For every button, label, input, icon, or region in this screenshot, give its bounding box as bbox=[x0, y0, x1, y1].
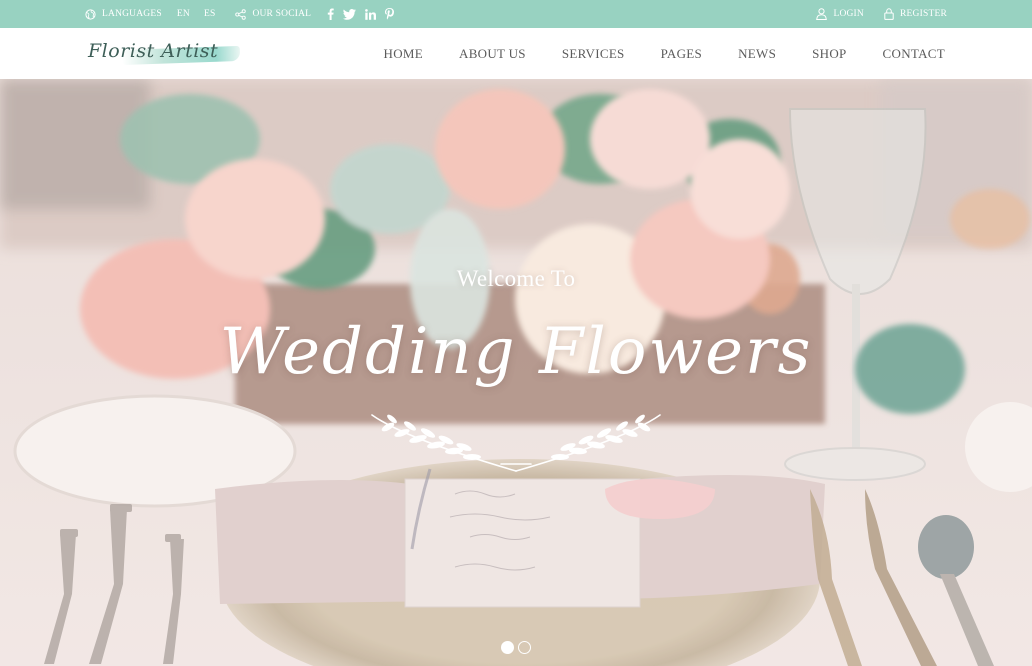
top-bar-left: LANGUAGES EN ES OUR SOCIAL bbox=[85, 0, 395, 28]
nav-news[interactable]: NEWS bbox=[738, 46, 776, 62]
languages-label: LANGUAGES bbox=[102, 9, 162, 19]
nav-contact[interactable]: CONTACT bbox=[883, 46, 945, 62]
register-label: REGISTER bbox=[900, 9, 947, 19]
top-bar-right: LOGIN REGISTER bbox=[816, 0, 947, 28]
lang-en-link[interactable]: EN bbox=[177, 9, 190, 19]
facebook-icon[interactable] bbox=[327, 8, 334, 20]
slide-dot-2[interactable] bbox=[518, 641, 531, 654]
nav-shop[interactable]: SHOP bbox=[812, 46, 846, 62]
slider-pagination bbox=[501, 641, 535, 654]
logo-text: Florist Artist bbox=[88, 40, 219, 62]
login-label: LOGIN bbox=[833, 9, 864, 19]
laurel-divider-icon bbox=[371, 414, 661, 472]
register-link[interactable]: REGISTER bbox=[884, 8, 947, 20]
social-group: OUR SOCIAL bbox=[235, 8, 312, 20]
main-navbar: Florist Artist HOME ABOUT US SERVICES PA… bbox=[0, 28, 1032, 79]
globe-icon bbox=[85, 8, 96, 20]
nav-services[interactable]: SERVICES bbox=[562, 46, 625, 62]
top-bar: LANGUAGES EN ES OUR SOCIAL LOGIN REGISTE… bbox=[0, 0, 1032, 28]
lock-icon bbox=[884, 8, 894, 20]
share-icon bbox=[235, 8, 247, 20]
login-link[interactable]: LOGIN bbox=[816, 8, 864, 20]
linkedin-icon[interactable] bbox=[365, 8, 377, 20]
hero-welcome-text: Welcome To bbox=[456, 266, 576, 291]
pinterest-icon[interactable] bbox=[385, 8, 395, 20]
hero-slider: Welcome To Wedding Flowers bbox=[0, 79, 1032, 666]
user-icon bbox=[816, 8, 828, 20]
brand-logo[interactable]: Florist Artist bbox=[88, 40, 241, 66]
twitter-icon[interactable] bbox=[343, 8, 357, 20]
lang-es-link[interactable]: ES bbox=[204, 9, 216, 19]
nav-pages[interactable]: PAGES bbox=[661, 46, 702, 62]
nav-home[interactable]: HOME bbox=[384, 46, 423, 62]
hero-title: Wedding Flowers bbox=[219, 315, 813, 389]
languages-menu[interactable]: LANGUAGES bbox=[85, 8, 162, 20]
social-label: OUR SOCIAL bbox=[252, 9, 312, 19]
nav-about-us[interactable]: ABOUT US bbox=[459, 46, 526, 62]
slide-dot-1[interactable] bbox=[501, 641, 514, 654]
nav-menu: HOME ABOUT US SERVICES PAGES NEWS SHOP C… bbox=[384, 28, 945, 79]
